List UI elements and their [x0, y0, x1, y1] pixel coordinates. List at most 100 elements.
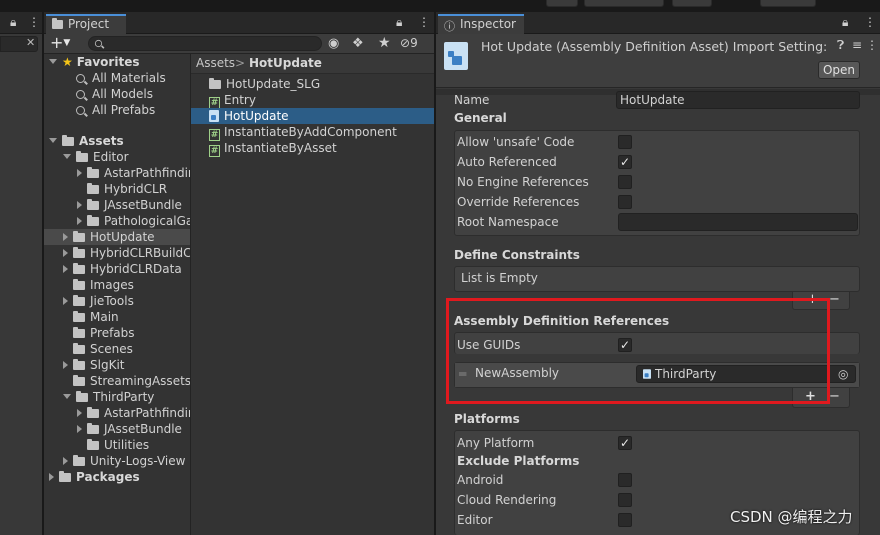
no-engine-refs-checkbox[interactable]	[618, 175, 632, 189]
list-item-label: HotUpdate	[224, 109, 289, 123]
object-picker-icon[interactable]: ◎	[838, 366, 848, 382]
folder-icon	[73, 231, 85, 242]
assembly-definition-icon	[444, 42, 468, 70]
tree-folder[interactable]: StreamingAssets	[73, 373, 191, 389]
tree-folder[interactable]: AstarPathfindir	[77, 165, 193, 181]
tree-folder[interactable]: JAssetBundle	[77, 421, 182, 437]
lock-icon[interactable]: 🔒︎	[842, 15, 848, 30]
favorite-star-icon: ★	[62, 55, 73, 69]
tree-item-label: All Prefabs	[92, 103, 156, 117]
list-item-label: HotUpdate_SLG	[226, 77, 321, 91]
breadcrumb-current[interactable]: HotUpdate	[249, 56, 322, 70]
search-by-label-icon[interactable]: ❖	[352, 36, 364, 51]
tree-fav-item[interactable]: All Models	[76, 86, 153, 102]
tab-project[interactable]: Project	[46, 14, 126, 34]
open-button[interactable]: Open	[818, 61, 860, 79]
tree-fav-item[interactable]: All Materials	[76, 70, 166, 86]
kebab-menu-icon[interactable]: ⋮	[28, 15, 40, 29]
toolbar-button[interactable]	[672, 0, 712, 7]
tab-inspector[interactable]: ⓘ Inspector	[438, 14, 524, 34]
assembly-definition-icon	[209, 110, 219, 122]
tree-folder[interactable]: HybridCLRData	[63, 261, 182, 277]
hidden-packages-icon[interactable]: ⊘9	[400, 36, 418, 50]
tab-inspector-label: Inspector	[460, 17, 516, 31]
lock-icon[interactable]: 🔒︎	[10, 15, 16, 30]
inspector-title: Hot Update (Assembly Definition Asset) I…	[481, 39, 828, 54]
override-refs-checkbox[interactable]	[618, 195, 632, 209]
create-button[interactable]: +▼	[50, 35, 70, 51]
favorite-star-icon[interactable]: ★	[378, 35, 391, 51]
folder-icon	[87, 167, 99, 178]
breadcrumb-separator: >	[235, 56, 246, 70]
auto-referenced-checkbox[interactable]: ✓	[618, 155, 632, 169]
tree-folder[interactable]: AstarPathfindir	[77, 405, 193, 421]
tree-folder[interactable]: JAssetBundle	[77, 197, 182, 213]
define-constraints-header: Define Constraints	[454, 248, 580, 262]
preset-icon[interactable]: ≡	[852, 38, 862, 52]
tree-folder-thirdparty[interactable]: ThirdParty	[63, 389, 154, 405]
tree-item-label: JAssetBundle	[104, 422, 182, 436]
clear-search-icon[interactable]: ✕	[26, 36, 35, 49]
breadcrumb-root[interactable]: Assets	[196, 56, 235, 70]
eye-slash-icon: ⊘	[400, 36, 411, 50]
hierarchy-tabbar: 🔒︎ ⋮	[0, 12, 42, 34]
exclude-platforms-header: Exclude Platforms	[457, 454, 580, 468]
lock-icon[interactable]: 🔒︎	[396, 15, 402, 30]
info-icon: ⓘ	[444, 20, 455, 33]
root-namespace-field[interactable]	[618, 213, 858, 231]
tree-assets[interactable]: Assets	[49, 133, 124, 149]
toolbar-button[interactable]	[546, 0, 578, 7]
remove-item-button[interactable]: −	[829, 389, 840, 404]
tree-item-label: HybridCLRData	[90, 262, 182, 276]
remove-item-button[interactable]: −	[829, 292, 840, 307]
folder-icon	[73, 247, 85, 258]
allow-unsafe-label: Allow 'unsafe' Code	[457, 135, 575, 149]
help-icon[interactable]: ❓︎	[837, 38, 844, 53]
list-item[interactable]: # InstantiateByAddComponent	[209, 124, 397, 141]
root-namespace-label: Root Namespace	[457, 215, 559, 229]
list-item[interactable]: HotUpdate_SLG	[209, 76, 320, 92]
kebab-menu-icon[interactable]: ⋮	[866, 38, 878, 52]
tree-folder[interactable]: Scenes	[73, 341, 133, 357]
tree-folder[interactable]: PathologicalGa	[77, 213, 193, 229]
tree-folder[interactable]: Prefabs	[73, 325, 135, 341]
tree-item-label: HotUpdate	[90, 230, 155, 244]
platform-cloud-checkbox[interactable]	[618, 493, 632, 507]
name-field[interactable]: HotUpdate	[616, 91, 860, 109]
toolbar-button[interactable]	[584, 0, 664, 7]
project-folder-tree: ★ Favorites All Materials All Models All …	[44, 54, 193, 535]
search-icon	[76, 90, 85, 99]
breadcrumb: Assets > HotUpdate	[191, 54, 434, 74]
tree-folder[interactable]: Main	[73, 309, 119, 325]
folder-icon	[73, 327, 85, 338]
tree-folder[interactable]: HybridCLRBuildC	[63, 245, 192, 261]
tree-folder[interactable]: Utilities	[87, 437, 149, 453]
tree-fav-item[interactable]: All Prefabs	[76, 102, 155, 118]
search-icon	[76, 106, 85, 115]
tree-folder[interactable]: HybridCLR	[87, 181, 167, 197]
list-item[interactable]: # InstantiateByAsset	[209, 140, 337, 157]
hierarchy-search-input[interactable]: ✕	[0, 36, 38, 52]
toolbar-button[interactable]	[760, 0, 816, 7]
platform-android-checkbox[interactable]	[618, 473, 632, 487]
list-item[interactable]: # Entry	[209, 92, 256, 109]
tree-folder[interactable]: Unity-Logs-View	[63, 453, 185, 469]
any-platform-checkbox[interactable]: ✓	[618, 436, 632, 450]
tree-editor[interactable]: Editor	[63, 149, 129, 165]
tree-folder[interactable]: SlgKit	[63, 357, 124, 373]
list-item-selected[interactable]: HotUpdate	[209, 108, 289, 124]
kebab-menu-icon[interactable]: ⋮	[864, 15, 876, 29]
kebab-menu-icon[interactable]: ⋮	[418, 15, 430, 29]
tree-favorites[interactable]: ★ Favorites	[49, 54, 139, 70]
tree-item-label: HybridCLRBuildC	[90, 246, 192, 260]
tree-folder-hotupdate[interactable]: HotUpdate	[63, 229, 155, 245]
project-search-input[interactable]	[88, 36, 322, 51]
tree-folder[interactable]: JieTools	[63, 293, 134, 309]
tree-packages[interactable]: Packages	[49, 469, 140, 485]
search-by-type-icon[interactable]: ◉	[328, 36, 339, 51]
tree-folder[interactable]: Images	[73, 277, 134, 293]
folder-icon	[73, 455, 85, 466]
platform-editor-checkbox[interactable]	[618, 513, 632, 527]
auto-referenced-label: Auto Referenced	[457, 155, 557, 169]
allow-unsafe-checkbox[interactable]	[618, 135, 632, 149]
